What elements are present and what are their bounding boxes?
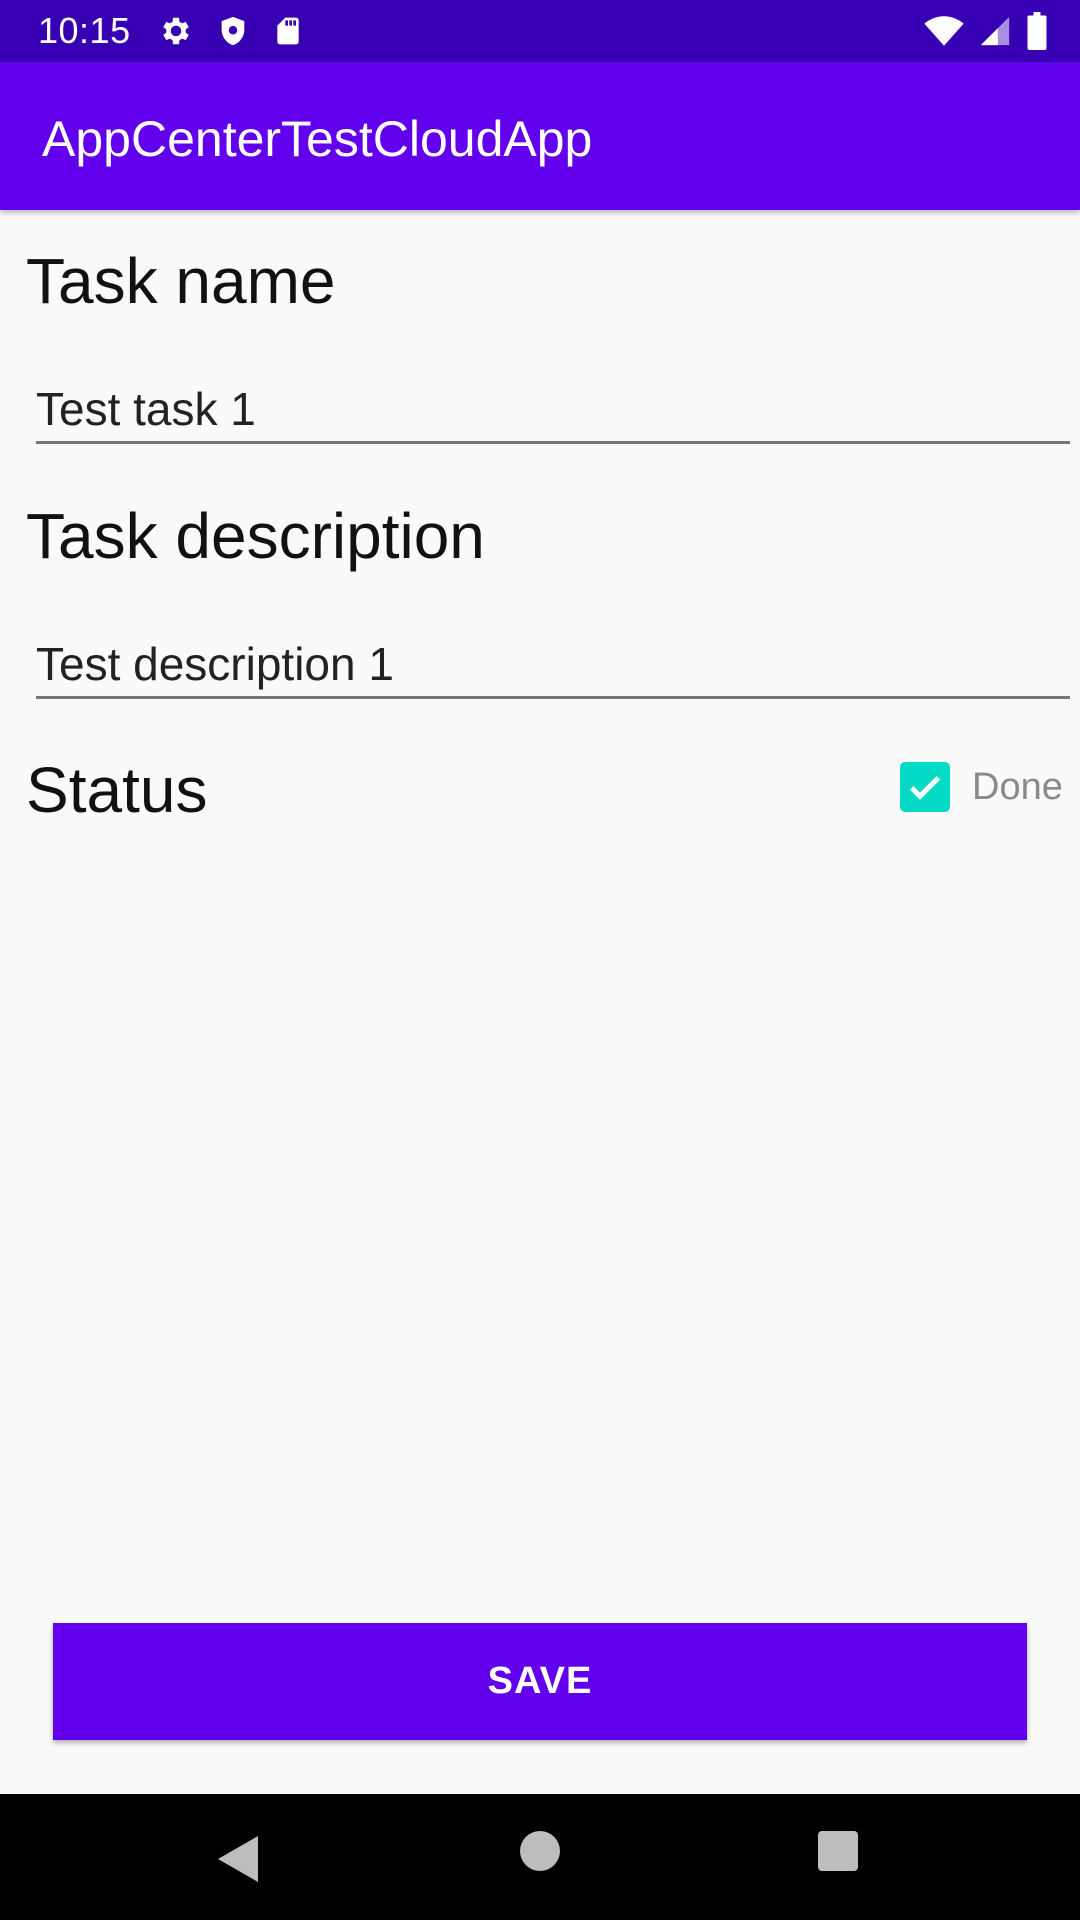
done-checkbox[interactable]: Done xyxy=(900,762,1063,812)
app-title: AppCenterTestCloudApp xyxy=(42,111,593,167)
sd-card-icon xyxy=(272,13,304,49)
gear-icon xyxy=(158,13,194,49)
status-label: Status xyxy=(26,754,208,826)
task-name-input[interactable]: Test task 1 xyxy=(36,374,1070,444)
battery-icon xyxy=(1026,12,1048,50)
save-button[interactable]: SAVE xyxy=(53,1623,1027,1740)
app-bar: AppCenterTestCloudApp xyxy=(0,62,1080,210)
back-icon[interactable] xyxy=(218,1836,258,1887)
wifi-icon xyxy=(924,13,964,49)
recents-icon[interactable] xyxy=(818,1831,858,1871)
status-bar: 10:15 xyxy=(0,0,1080,62)
home-icon[interactable] xyxy=(520,1831,560,1871)
navigation-bar xyxy=(0,1794,1080,1920)
checkbox-checked-icon[interactable] xyxy=(900,762,950,812)
signal-icon xyxy=(978,13,1012,49)
done-label: Done xyxy=(972,765,1063,808)
task-description-input[interactable]: Test description 1 xyxy=(36,629,1070,699)
status-icons-right xyxy=(924,12,1048,50)
shield-icon xyxy=(216,13,250,49)
task-description-label: Task description xyxy=(26,500,485,572)
status-time: 10:15 xyxy=(38,10,131,51)
task-name-label: Task name xyxy=(26,245,336,317)
status-icons-left xyxy=(158,13,304,49)
